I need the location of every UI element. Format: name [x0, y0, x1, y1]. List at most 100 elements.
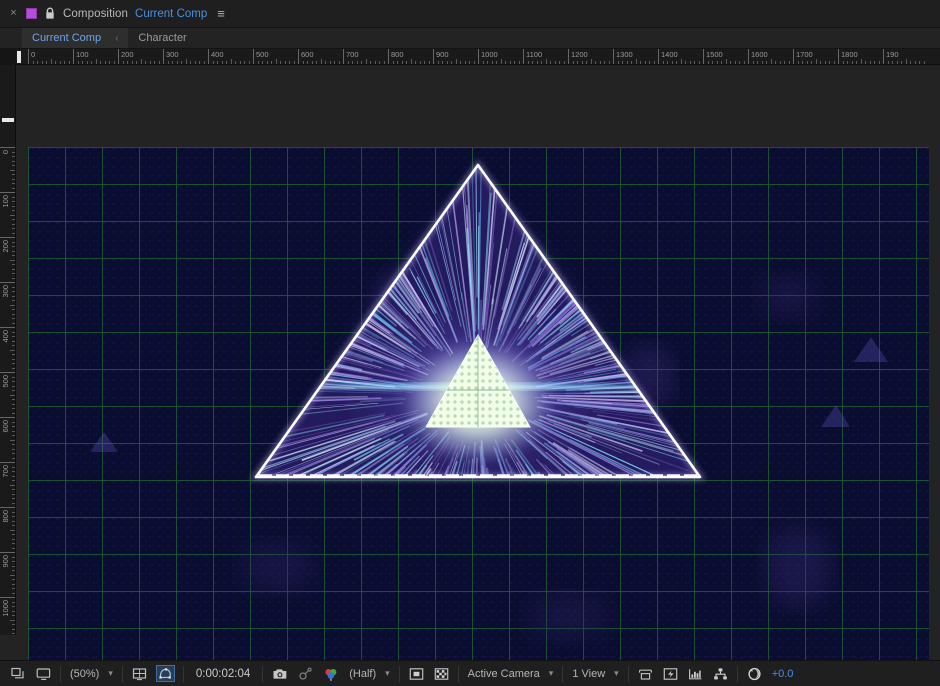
main-viewer-button[interactable]: [31, 664, 56, 684]
svg-text:1300: 1300: [616, 50, 633, 59]
svg-text:700: 700: [1, 465, 10, 478]
svg-text:1100: 1100: [526, 50, 542, 59]
toolbar-divider: [60, 666, 61, 682]
fast-preview-icon: [663, 667, 678, 681]
toggle-transparency-grid-button[interactable]: [429, 664, 454, 684]
svg-text:900: 900: [1, 555, 10, 568]
svg-text:1400: 1400: [661, 50, 678, 59]
pixel-aspect-icon: [638, 667, 653, 681]
svg-text:700: 700: [346, 50, 359, 59]
close-icon[interactable]: ×: [8, 8, 19, 19]
svg-text:0: 0: [31, 50, 35, 59]
toolbar-divider: [737, 666, 738, 682]
svg-text:500: 500: [1, 375, 10, 388]
exposure-value-label: +0.0: [772, 668, 794, 680]
choose-grid-and-guides-button[interactable]: [127, 664, 152, 684]
monitor-icon: [36, 667, 51, 681]
reset-exposure-button[interactable]: [742, 664, 767, 684]
show-snapshot-icon: [298, 667, 313, 681]
toolbar-divider: [122, 666, 123, 682]
fast-previews-button[interactable]: [658, 664, 683, 684]
show-snapshot-button[interactable]: [293, 664, 318, 684]
panel-tab-bar: × Composition Current Comp ≡: [0, 0, 940, 28]
timeline-icon: [688, 667, 703, 681]
toggle-mask-and-shape-path-visibility-button[interactable]: [152, 664, 179, 684]
take-snapshot-button[interactable]: [267, 664, 293, 684]
comp-color-swatch-icon: [26, 8, 37, 19]
tab-character-label: Character: [138, 32, 186, 44]
toolbar-divider: [399, 666, 400, 682]
panel-menu-icon[interactable]: ≡: [217, 7, 225, 20]
svg-text:900: 900: [436, 50, 449, 59]
svg-text:1000: 1000: [1, 600, 10, 617]
tab-current-comp-label: Current Comp: [32, 32, 101, 44]
transparency-grid-icon: [434, 667, 449, 681]
svg-text:1600: 1600: [751, 50, 768, 59]
svg-text:1200: 1200: [571, 50, 588, 59]
composition-canvas[interactable]: [28, 147, 929, 660]
svg-text:300: 300: [1, 285, 10, 298]
svg-text:200: 200: [121, 50, 134, 59]
resolution-select[interactable]: (Half) ▾: [344, 664, 394, 684]
viewer-area[interactable]: 0100200300400500600700800900100011001200…: [0, 49, 940, 660]
mask-path-icon: [157, 666, 174, 681]
chevron-down-icon[interactable]: ▾: [549, 668, 554, 679]
svg-text:1800: 1800: [841, 50, 858, 59]
composition-panel: × Composition Current Comp ≡ Current Com…: [0, 0, 940, 686]
ruler-corner: [0, 49, 16, 65]
chevron-down-icon[interactable]: ▾: [385, 668, 390, 679]
svg-text:500: 500: [256, 50, 269, 59]
svg-text:1000: 1000: [481, 50, 498, 59]
svg-text:400: 400: [211, 50, 224, 59]
toolbar-divider: [458, 666, 459, 682]
lock-icon[interactable]: [44, 7, 56, 20]
svg-text:190: 190: [886, 50, 899, 59]
magnification-select[interactable]: (50%) ▾: [65, 664, 118, 684]
current-time-value: 0:00:02:04: [193, 668, 253, 680]
view-layout-select[interactable]: 1 View ▾: [567, 664, 623, 684]
grid-guides-icon: [132, 667, 147, 681]
chevron-down-icon[interactable]: ▾: [108, 668, 113, 679]
pixel-aspect-correction-button[interactable]: [633, 664, 658, 684]
chevron-left-icon[interactable]: ‹: [115, 33, 118, 44]
toolbar-divider: [628, 666, 629, 682]
always-preview-this-view-button[interactable]: [6, 664, 31, 684]
svg-text:300: 300: [166, 50, 179, 59]
camera-label: Active Camera: [468, 668, 540, 680]
resolution-label: (Half): [349, 668, 376, 680]
exposure-icon: [747, 667, 762, 681]
toolbar-divider: [183, 666, 184, 682]
svg-text:400: 400: [1, 330, 10, 343]
timeline-button[interactable]: [683, 664, 708, 684]
camera-select[interactable]: Active Camera ▾: [463, 664, 559, 684]
show-channel-button[interactable]: [318, 664, 344, 684]
svg-text:200: 200: [1, 240, 10, 253]
magnification-label: (50%): [70, 668, 99, 680]
panel-comp-name[interactable]: Current Comp: [135, 8, 207, 20]
comp-flowchart-button[interactable]: [708, 664, 733, 684]
exposure-value[interactable]: +0.0: [767, 664, 799, 684]
current-time-field[interactable]: 0:00:02:04: [188, 664, 258, 684]
svg-text:100: 100: [1, 195, 10, 208]
camera-icon: [272, 667, 288, 681]
chevron-down-icon[interactable]: ▾: [614, 668, 619, 679]
svg-text:100: 100: [76, 50, 89, 59]
region-of-interest-button[interactable]: [404, 664, 429, 684]
view-layout-label: 1 View: [572, 668, 605, 680]
channels-color-icon: [323, 667, 339, 681]
tab-character[interactable]: Character: [128, 28, 196, 48]
svg-text:800: 800: [391, 50, 404, 59]
tab-current-comp[interactable]: Current Comp ‹: [22, 28, 128, 48]
flowchart-icon: [713, 667, 728, 681]
vertical-ruler[interactable]: 010020030040050060070080090010001100: [0, 65, 16, 635]
svg-text:0: 0: [1, 150, 10, 154]
layers-icon: [11, 667, 26, 681]
toolbar-divider: [562, 666, 563, 682]
panel-title: Composition: [63, 8, 128, 20]
svg-text:800: 800: [1, 510, 10, 523]
horizontal-ruler[interactable]: 0 100 200 300 400 500 600 700 800 900 1000 1100 1200…: [0, 49, 940, 65]
svg-text:1700: 1700: [796, 50, 813, 59]
svg-text:600: 600: [301, 50, 314, 59]
svg-text:600: 600: [1, 420, 10, 433]
svg-text:1500: 1500: [706, 50, 723, 59]
